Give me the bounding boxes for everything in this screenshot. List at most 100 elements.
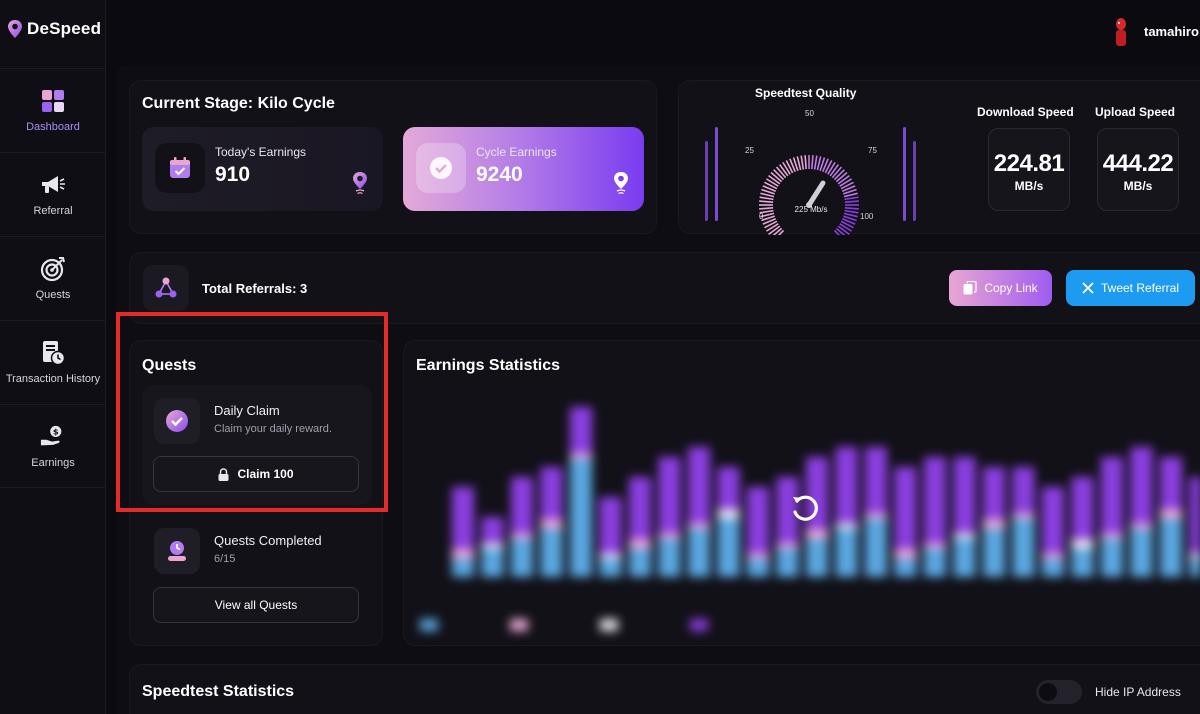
chart-legend-swatch	[510, 619, 528, 631]
quests-completed: Quests Completed 6/15 View all Quests	[142, 515, 372, 635]
gauge-tick	[765, 178, 779, 187]
daily-claim-subtitle: Claim your daily reward.	[214, 423, 332, 435]
quests-card: Quests Daily Claim Claim your daily rewa…	[129, 340, 383, 646]
chart-bar-segment	[1042, 487, 1064, 553]
chart-bar-segment	[894, 467, 917, 549]
sidebar-item-transaction-history[interactable]: Transaction History	[0, 320, 106, 404]
chart-bar-segment	[806, 539, 828, 577]
upload-speed-box: 444.22 MB/s	[1097, 128, 1179, 211]
user-menu[interactable]: tamahiro	[1112, 14, 1200, 48]
sidebar-item-label: Earnings	[31, 456, 75, 469]
cycle-earnings-card: Cycle Earnings 9240	[403, 127, 644, 211]
gauge-tick	[759, 196, 774, 201]
gauge-tick-label: 50	[805, 109, 814, 118]
megaphone-icon	[40, 172, 66, 198]
chart-bar-segment	[570, 407, 592, 453]
chart-bar-segment	[658, 539, 681, 577]
chart-bar-segment	[924, 543, 946, 549]
speedtest-quality-title: Speedtest Quality	[755, 86, 857, 100]
svg-text:$: $	[53, 426, 59, 436]
sidebar-item-quests[interactable]: Quests	[0, 236, 106, 320]
cycle-earnings-value: 9240	[476, 163, 523, 186]
tweet-referral-button[interactable]: Tweet Referral	[1066, 270, 1195, 306]
hide-ip-toggle[interactable]	[1036, 680, 1082, 704]
target-icon	[40, 256, 66, 282]
chart-bar-segment	[570, 453, 592, 459]
chart-bar-segment	[658, 533, 681, 539]
chart-bar-segment	[894, 549, 917, 559]
chart-bar-segment	[629, 539, 651, 549]
chart-bar-segment	[1101, 533, 1123, 539]
stage-title: Current Stage: Kilo Cycle	[142, 95, 335, 112]
chart-bar-segment	[717, 519, 740, 577]
chart-bar-segment	[983, 467, 1005, 519]
gauge-tick	[759, 200, 774, 203]
chart-bar-segment	[688, 447, 710, 523]
copy-link-button[interactable]: Copy Link	[949, 270, 1052, 306]
copy-icon	[963, 281, 977, 295]
tweet-referral-label: Tweet Referral	[1100, 281, 1180, 295]
total-referrals: Total Referrals: 3	[202, 281, 308, 296]
todays-earnings-label: Today's Earnings	[215, 145, 307, 159]
sidebar-nav: Dashboard Referral Quests Transaction Hi…	[0, 68, 106, 488]
chart-bar-segment	[511, 477, 533, 533]
chart-bar-segment	[540, 467, 563, 519]
chart-bar-segment	[894, 559, 917, 577]
chart-bar-segment	[776, 549, 799, 577]
chart-bar-segment	[452, 559, 474, 577]
app-logo[interactable]: DeSpeed	[7, 19, 101, 39]
chart-bar-segment	[717, 509, 740, 519]
claim-button[interactable]: Claim 100	[153, 456, 359, 492]
chart-bar-segment	[688, 523, 710, 529]
chart-bar-segment	[452, 549, 474, 559]
upload-speed-value: 444.22	[1102, 150, 1174, 177]
chart-bar-segment	[865, 447, 887, 513]
gauge-tick	[782, 161, 791, 175]
download-speed-label: Download Speed	[977, 105, 1074, 119]
chart-bar-segment	[1160, 457, 1182, 509]
speedtest-statistics-title: Speedtest Statistics	[142, 683, 295, 700]
chart-bar-segment	[953, 533, 976, 539]
sidebar-item-label: Transaction History	[5, 373, 101, 385]
gauge-tick	[796, 156, 802, 171]
gauge-needle	[806, 180, 826, 208]
chart-bar-segment	[540, 529, 563, 577]
view-all-quests-button[interactable]: View all Quests	[153, 587, 359, 623]
copy-link-label: Copy Link	[984, 281, 1038, 295]
quests-completed-title: Quests Completed	[214, 533, 322, 548]
avatar	[1116, 18, 1126, 46]
download-speed-value: 224.81	[993, 150, 1065, 177]
gauge-tick	[844, 196, 859, 201]
sidebar-item-dashboard[interactable]: Dashboard	[0, 68, 106, 152]
sidebar: DeSpeed Dashboard Referral Quests Transa…	[0, 0, 106, 714]
chart-bar-segment	[481, 543, 504, 549]
chart-bar-segment	[835, 523, 858, 529]
despeed-pin-icon	[353, 172, 367, 195]
chart-bar-segment	[835, 447, 858, 523]
check-badge-icon	[154, 398, 200, 444]
chart-bar-segment	[1071, 549, 1094, 577]
upload-speed-unit: MB/s	[1123, 179, 1153, 193]
username: tamahiro	[1144, 23, 1199, 39]
gauge-reading: 225 Mb/s	[795, 205, 828, 214]
speedtest-card: 0 25 50 75 100 225 Mb/s Speedtest Qualit…	[678, 80, 1200, 235]
chart-bar-segment	[1189, 477, 1200, 553]
gauge-tick	[759, 207, 774, 210]
chart-bar-segment	[452, 487, 474, 549]
chart-bar-segment	[1189, 559, 1200, 577]
chart-bar-segment	[599, 559, 622, 577]
gauge-tick	[804, 155, 807, 170]
chart-bar-segment	[983, 529, 1005, 577]
despeed-pin-icon	[614, 172, 628, 195]
sidebar-item-referral[interactable]: Referral	[0, 152, 106, 236]
current-stage-card: Current Stage: Kilo Cycle Today's Earnin…	[129, 80, 657, 234]
chart-bar-segment	[924, 457, 946, 543]
chart-bar-segment	[599, 497, 622, 553]
gauge-tick	[800, 155, 805, 170]
sidebar-item-earnings[interactable]: $ Earnings	[0, 404, 106, 488]
earnings-statistics-title: Earnings Statistics	[416, 357, 561, 374]
reload-icon[interactable]	[787, 491, 823, 527]
gauge-tick	[760, 192, 775, 198]
chart-bar-segment	[953, 539, 976, 577]
hand-coin-icon: $	[40, 424, 66, 450]
